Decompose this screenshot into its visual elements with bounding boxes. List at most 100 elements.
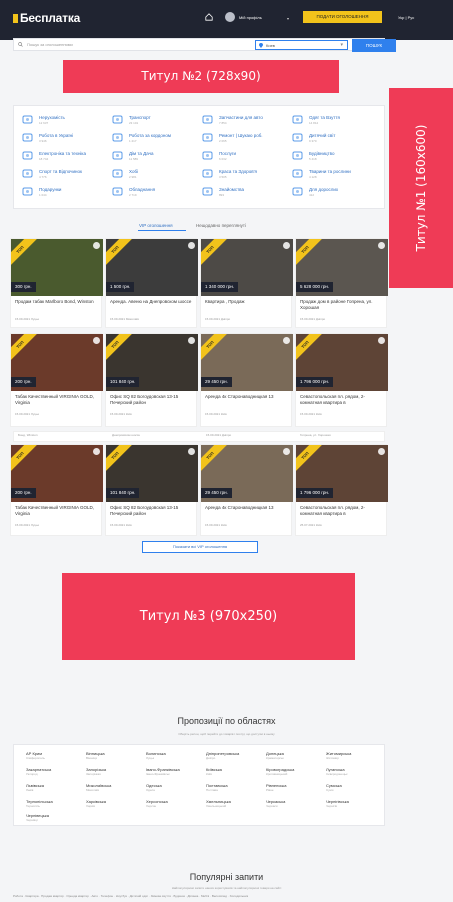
favorite-icon[interactable] xyxy=(188,448,195,455)
listing-card[interactable]: ТОП 29 450 грн. Аренда 4к Старонаводницкая… xyxy=(200,444,293,536)
region-link[interactable]: Тернопільська Тернопіль xyxy=(26,799,74,813)
listing-photo[interactable]: ТОП 1 340 000 грн. xyxy=(201,239,293,296)
region-link[interactable]: Чернігівська Чернігів xyxy=(326,799,374,813)
category-sofa[interactable]: Дім та Дача 11 589 xyxy=(112,148,197,166)
region-link[interactable]: Полтавська Полтава xyxy=(206,783,254,797)
tab-vip[interactable]: VIP оголошення xyxy=(139,223,173,228)
region-link[interactable]: Запорізька Запоріжжя xyxy=(86,767,134,781)
listing-card[interactable]: ТОП 200 грн. Табак Качественный VIRGINIA G… xyxy=(10,444,103,536)
listing-photo[interactable]: ТОП 200 грн. xyxy=(11,334,103,391)
listing-card[interactable]: ТОП 1 796 000 грн. Севастопольская пл. ряд… xyxy=(295,333,388,427)
chevron-down-icon[interactable]: ▾ xyxy=(287,16,289,21)
favorite-icon[interactable] xyxy=(378,242,385,249)
favorite-icon[interactable] xyxy=(93,337,100,344)
region-link[interactable]: Сумська Суми xyxy=(326,783,374,797)
category-guitar[interactable]: Хобі 2 981 xyxy=(112,166,197,184)
listing-photo[interactable]: ТОП 101 840 грн. xyxy=(106,445,198,502)
category-house[interactable]: Нерухомість 12 637 xyxy=(22,112,107,130)
region-link[interactable]: Харківська Харків xyxy=(86,799,134,813)
region-link[interactable]: Миколаївська Миколаїв xyxy=(86,783,134,797)
category-crane[interactable]: Будівництво 5 418 xyxy=(292,148,377,166)
favorite-icon[interactable] xyxy=(93,448,100,455)
category-shirt[interactable]: Одяг та Взуття 14 812 xyxy=(292,112,377,130)
region-link[interactable]: Львівська Львів xyxy=(26,783,74,797)
region-link[interactable]: Одеська Одеса xyxy=(146,783,194,797)
favorite-icon[interactable] xyxy=(378,337,385,344)
listing-title[interactable]: Аренда 4к Старонаводницкая 13 xyxy=(205,505,289,511)
listing-title[interactable]: Офис SQ 82 Богоудовская 13-15 Печерский … xyxy=(110,394,194,406)
listing-card[interactable]: ТОП 200 грн. Табак Качественный VIRGINIA G… xyxy=(10,333,103,427)
listing-title[interactable]: Офис SQ 82 Богоудовская 13-15 Печерский … xyxy=(110,505,194,517)
search-button[interactable]: Пошук xyxy=(352,39,396,52)
category-globe[interactable]: Робота за кордоном 1 217 xyxy=(112,130,197,148)
category-tools[interactable]: Ремонт | Шукаю роб. 2 065 xyxy=(202,130,287,148)
listing-photo[interactable]: ТОП 300 грн. xyxy=(11,239,103,296)
region-link[interactable]: Київська Київ xyxy=(206,767,254,781)
listing-photo[interactable]: ТОП 29 450 грн. xyxy=(201,445,293,502)
listing-title[interactable]: Продаж дом в районе Гопрена, ул. Хорошая xyxy=(300,299,384,311)
region-link[interactable]: Херсонська Херсон xyxy=(146,799,194,813)
listing-title[interactable]: Севастопольская пл. рядом, 2-комнатная к… xyxy=(300,505,384,517)
region-link[interactable]: АР Крим Сімферополь xyxy=(26,751,74,765)
listing-title[interactable]: Табак Качественный VIRGINIA GOLD, Virgin… xyxy=(15,394,99,406)
site-logo[interactable]: Бесплатка xyxy=(13,11,80,25)
listing-photo[interactable]: ТОП 1 796 000 грн. xyxy=(296,445,388,502)
profile-link[interactable]: Мій профіль xyxy=(239,15,262,20)
favorite-icon[interactable] xyxy=(188,242,195,249)
category-gear[interactable]: Обладнання 2 719 xyxy=(112,184,197,202)
category-service[interactable]: Послуги 6 032 xyxy=(202,148,287,166)
listing-title[interactable]: Табак Качественный VIRGINIA GOLD, Virgin… xyxy=(15,505,99,517)
listing-card[interactable]: ТОП 101 840 грн. Офис SQ 82 Богоудовская 1… xyxy=(105,444,198,536)
listing-card[interactable]: ТОП 101 840 грн. Офис SQ 82 Богоудовская 1… xyxy=(105,333,198,427)
listing-photo[interactable]: ТОП 1 500 грн. xyxy=(106,239,198,296)
listing-title[interactable]: Продам табак Marlboro Bond, Winston xyxy=(15,299,99,305)
listing-title[interactable]: Севастопольская пл. рядом, 2-комнатная к… xyxy=(300,394,384,406)
region-link[interactable]: Черкаська Черкаси xyxy=(266,799,314,813)
category-laptop[interactable]: Електроніка та техніка 18 744 xyxy=(22,148,107,166)
category-people[interactable]: Знайомства 893 xyxy=(202,184,287,202)
listing-title[interactable]: Аренда. Авеню на Днепровском шоссе xyxy=(110,299,194,305)
region-link[interactable]: Чернівецька Чернівці xyxy=(26,813,74,827)
show-all-vip-button[interactable]: Показати всі VIP оголошення xyxy=(142,541,258,553)
region-link[interactable]: Рівненська Рівне xyxy=(266,783,314,797)
listing-title[interactable]: Аренда 4к Старонаводницкая 13 xyxy=(205,394,289,400)
category-eighteen[interactable]: Для дорослих 412 xyxy=(292,184,377,202)
region-link[interactable]: Луганська Сєвєродонецьк xyxy=(326,767,374,781)
ad-banner-top[interactable]: Титул №2 (728x90) xyxy=(63,60,339,93)
listing-card[interactable]: ТОП 29 450 грн. Аренда 4к Старонаводницкая… xyxy=(200,333,293,427)
ad-banner-bottom[interactable]: Титул №3 (970x250) xyxy=(62,573,355,660)
listing-card[interactable]: ТОП 300 грн. Продам табак Marlboro Bond, W… xyxy=(10,238,103,328)
favorite-icon[interactable] xyxy=(283,242,290,249)
popular-links[interactable]: Робота · Квартира · Продаж квартир · Оре… xyxy=(13,894,453,898)
favorite-icon[interactable] xyxy=(93,242,100,249)
region-link[interactable]: Хмельницька Хмельницький xyxy=(206,799,254,813)
category-stroller[interactable]: Дитячий світ 9 370 xyxy=(292,130,377,148)
listing-photo[interactable]: ТОП 29 450 грн. xyxy=(201,334,293,391)
region-link[interactable]: Закарпатська Ужгород xyxy=(26,767,74,781)
listing-photo[interactable]: ТОП 200 грн. xyxy=(11,445,103,502)
region-link[interactable]: Кіровоградська Кропивницький xyxy=(266,767,314,781)
home-icon[interactable] xyxy=(205,13,213,21)
category-heart[interactable]: Краса та Здоров'я 3 505 xyxy=(202,166,287,184)
category-paw[interactable]: Тварини та рослини 4 128 xyxy=(292,166,377,184)
favorite-icon[interactable] xyxy=(188,337,195,344)
listing-photo[interactable]: ТОП 101 840 грн. xyxy=(106,334,198,391)
region-link[interactable]: Житомирська Житомир xyxy=(326,751,374,765)
tab-recently-viewed[interactable]: Нещодавно переглянуті xyxy=(196,223,246,228)
region-link[interactable]: Волинська Луцьк xyxy=(146,751,194,765)
avatar-icon[interactable] xyxy=(225,12,235,22)
listing-card[interactable]: ТОП 1 500 грн. Аренда. Авеню на Днепровско… xyxy=(105,238,198,328)
submit-ad-button[interactable]: Подати оголошення xyxy=(303,11,382,23)
listing-card[interactable]: ТОП 5 628 000 грн. Продаж дом в районе Гоп… xyxy=(295,238,388,328)
language-switch[interactable]: Укр | Рус xyxy=(398,15,414,20)
ad-banner-side[interactable]: Титул №1 (160x600) xyxy=(389,88,453,288)
category-gift[interactable]: Подарунки 1 044 xyxy=(22,184,107,202)
listing-card[interactable]: ТОП 1 796 000 грн. Севастопольская пл. ряд… xyxy=(295,444,388,536)
favorite-icon[interactable] xyxy=(378,448,385,455)
category-ball[interactable]: Спорт та Відпочинок 4 776 xyxy=(22,166,107,184)
category-briefcase[interactable]: Робота в Україні 3 946 xyxy=(22,130,107,148)
region-select[interactable]: Киев ▾ xyxy=(255,40,348,50)
region-link[interactable]: Івано-Франківська Івано-Франківськ xyxy=(146,767,194,781)
region-link[interactable]: Дніпропетровська Дніпро xyxy=(206,751,254,765)
region-link[interactable]: Вінницька Вінниця xyxy=(86,751,134,765)
